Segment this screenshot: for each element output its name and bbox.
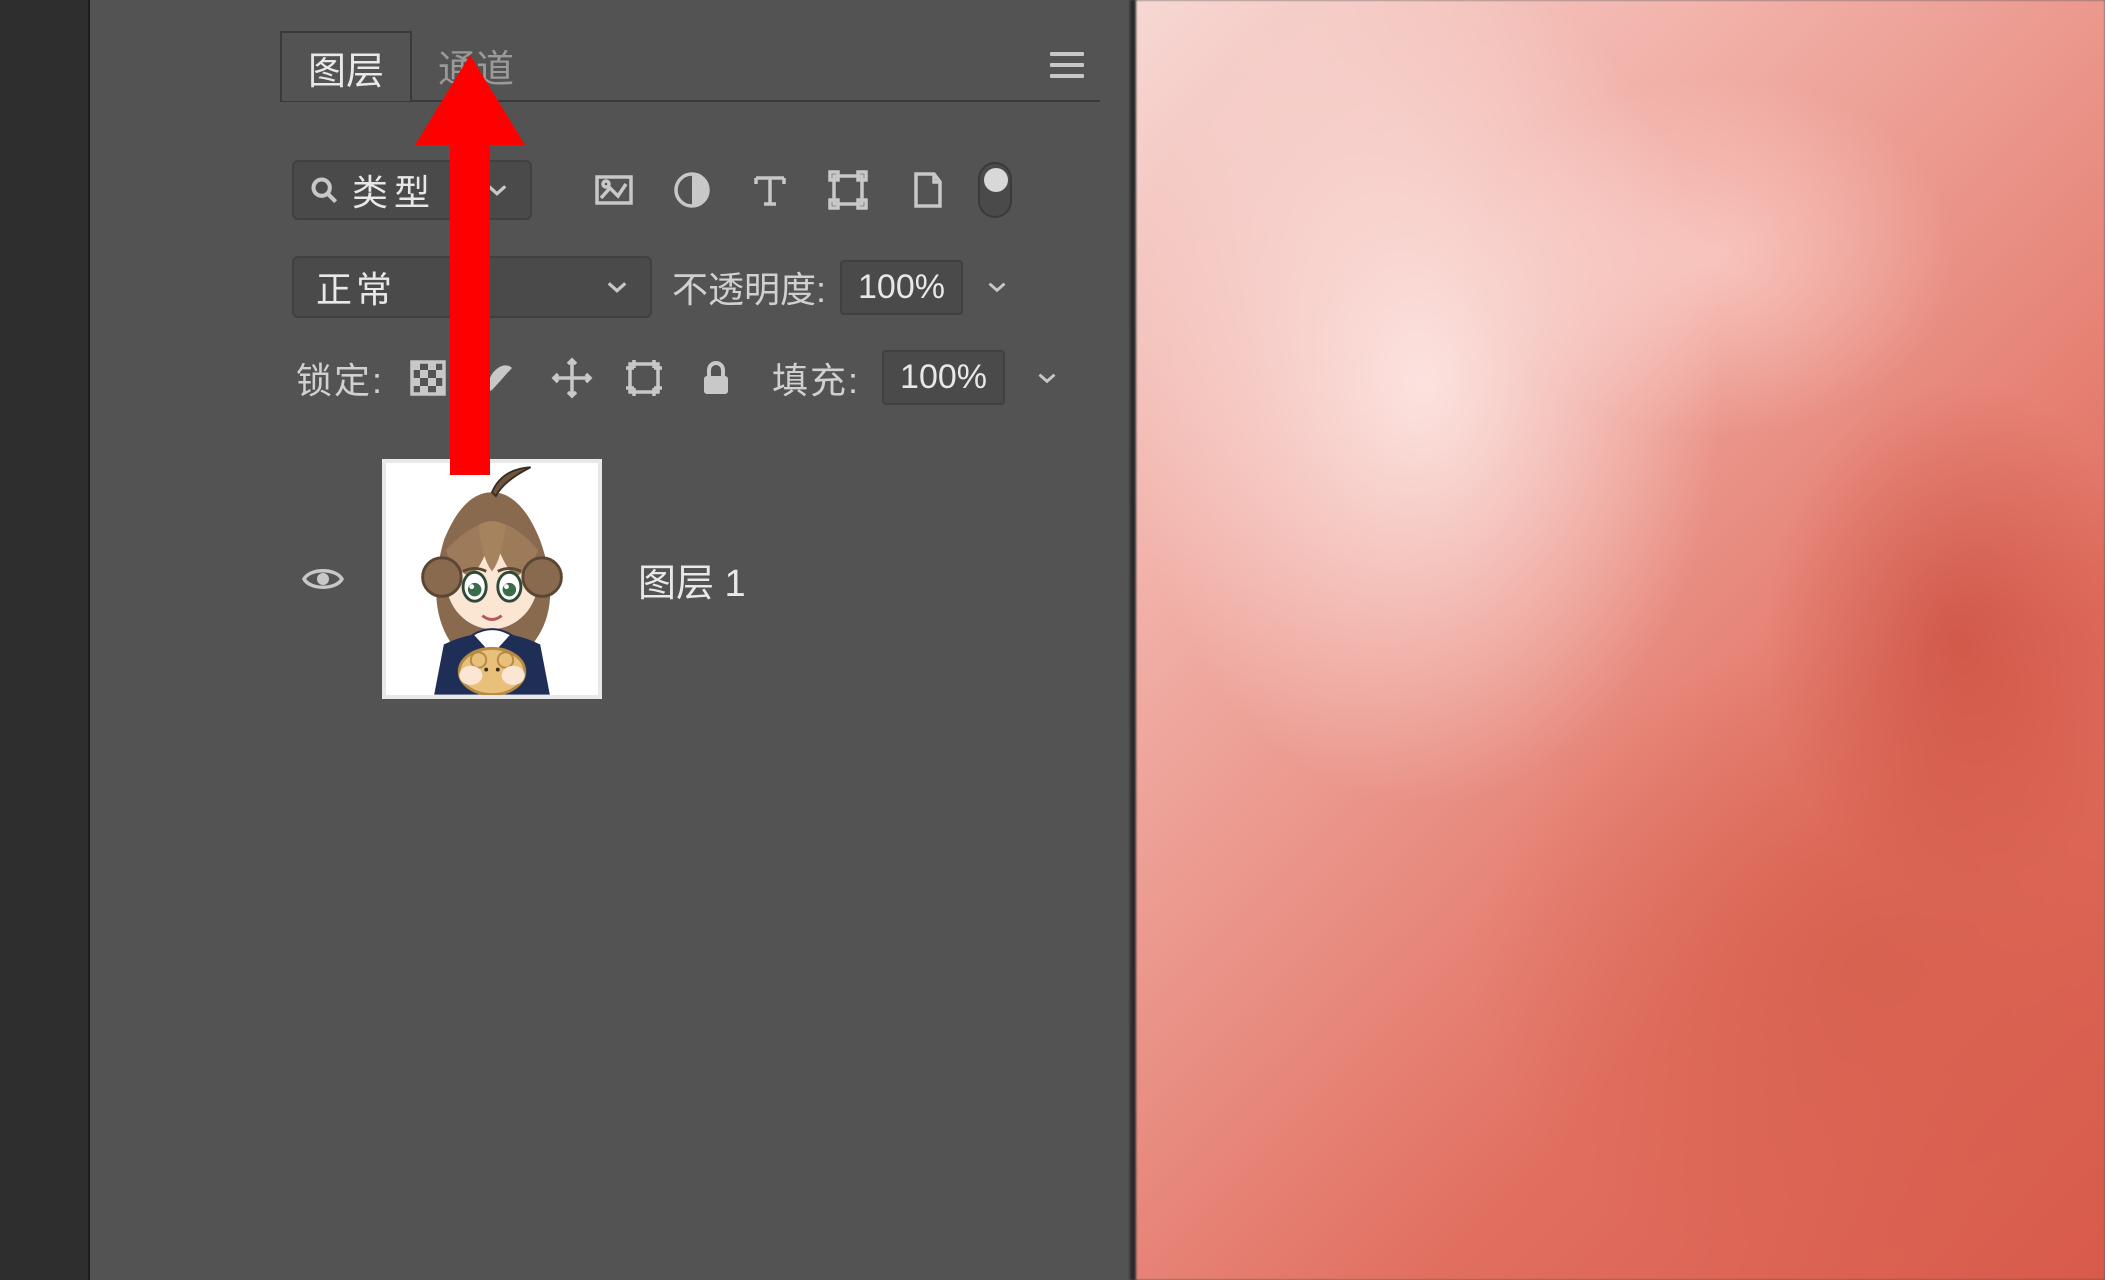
opacity-group: 不透明度: 100% (672, 260, 1007, 315)
layers-panel: 图层 通道 类型 (280, 0, 1100, 1280)
search-icon (310, 176, 338, 204)
filter-toggle-switch[interactable] (978, 162, 1012, 218)
background-image-area (1130, 0, 2105, 1280)
layer-filter-row: 类型 (280, 160, 1100, 220)
chevron-down-icon[interactable] (987, 280, 1007, 294)
left-gutter (0, 0, 90, 1280)
layer-thumbnail[interactable] (382, 459, 602, 699)
lock-fill-row: 锁定: 填充: (280, 350, 1100, 405)
lock-all-icon[interactable] (694, 356, 738, 400)
chevron-down-icon (486, 183, 508, 197)
thumbnail-image (386, 463, 598, 695)
opacity-value-input[interactable]: 100% (840, 260, 963, 315)
visibility-eye-icon[interactable] (300, 556, 346, 602)
lock-artboard-icon[interactable] (622, 356, 666, 400)
chevron-down-icon (606, 280, 628, 294)
lock-pixels-icon[interactable] (478, 356, 522, 400)
filter-smartobject-icon[interactable] (904, 168, 948, 212)
tab-channels[interactable]: 通道 (412, 30, 540, 100)
blend-mode-label: 正常 (316, 261, 396, 313)
lock-transparency-icon[interactable] (406, 356, 450, 400)
blend-mode-dropdown[interactable]: 正常 (292, 256, 652, 318)
filter-type-dropdown[interactable]: 类型 (292, 160, 532, 220)
lock-icon-group (406, 356, 738, 400)
blend-opacity-row: 正常 不透明度: 100% (280, 256, 1100, 318)
fill-value-input[interactable]: 100% (882, 350, 1005, 405)
layer-name-label[interactable]: 图层 1 (638, 552, 746, 607)
layer-list: 图层 1 (280, 451, 1100, 707)
tab-channels-label: 通道 (438, 38, 514, 93)
filter-adjustment-icon[interactable] (670, 168, 714, 212)
layer-row[interactable]: 图层 1 (288, 451, 1092, 707)
tab-layers[interactable]: 图层 (280, 31, 412, 101)
filter-type-label: 类型 (352, 164, 436, 216)
opacity-label[interactable]: 不透明度: (672, 261, 826, 313)
tab-layers-label: 图层 (308, 40, 384, 95)
filter-shape-icon[interactable] (826, 168, 870, 212)
fill-label[interactable]: 填充: (772, 352, 860, 404)
filter-icon-group (592, 168, 948, 212)
lock-label: 锁定: (296, 352, 384, 404)
panel-menu-icon[interactable] (1050, 52, 1084, 78)
chevron-down-icon[interactable] (1037, 371, 1057, 385)
panel-tab-bar: 图层 通道 (280, 30, 1100, 102)
filter-pixel-icon[interactable] (592, 168, 636, 212)
lock-position-icon[interactable] (550, 356, 594, 400)
filter-type-icon[interactable] (748, 168, 792, 212)
